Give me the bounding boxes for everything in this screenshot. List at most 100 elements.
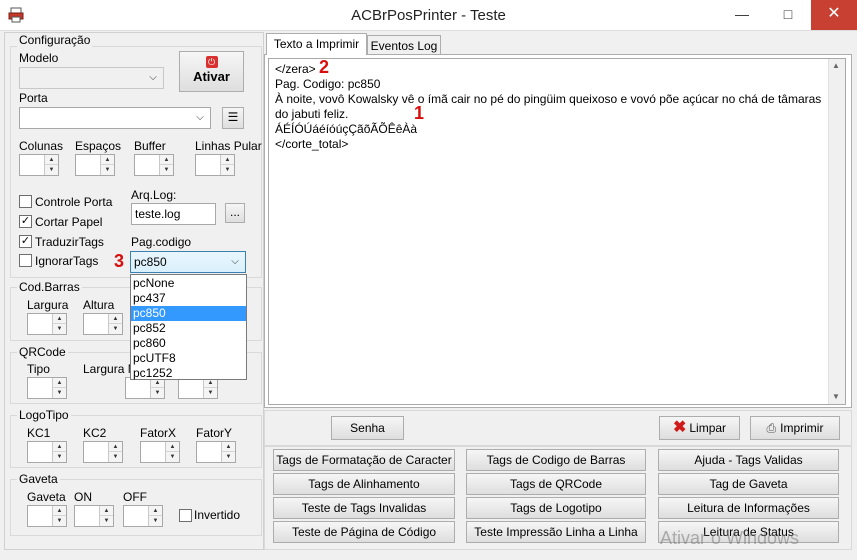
pag-codigo-select[interactable]: pc850 ⌵ [130,251,246,273]
linhas-pular-label: Linhas Pular [195,139,262,153]
linhas-pular-spinner[interactable]: ▲ ▼ [195,154,235,176]
teste-pagina-codigo-button[interactable]: Teste de Página de Código [273,521,455,543]
spin-up-button[interactable]: ▲ [52,506,66,516]
tags-alinhamento-button[interactable]: Tags de Alinhamento [273,473,455,495]
traduzir-tags-label[interactable]: TraduzirTags [35,235,104,249]
ignorar-tags-checkbox[interactable] [19,254,32,267]
qr-tipo-spinner[interactable]: ▲ ▼ [27,377,67,399]
porta-select[interactable]: ⌵ [19,107,211,129]
tab-eventos-log[interactable]: Eventos Log [367,35,441,55]
ajuda-tags-button[interactable]: Ajuda - Tags Validas [658,449,839,471]
spin-up-button[interactable]: ▲ [108,442,122,452]
maximize-button[interactable]: □ [765,0,811,30]
spin-down-button[interactable]: ▼ [148,516,162,526]
modelo-select[interactable]: ⌵ [19,67,164,89]
pag-codigo-dropdown-list: pcNone pc437 pc850 pc852 pc860 pcUTF8 pc1252 [130,274,247,380]
spin-up-button[interactable]: ▲ [100,155,114,165]
controle-porta-label[interactable]: Controle Porta [35,195,112,209]
spin-down-button[interactable]: ▼ [52,388,66,398]
porta-search-button[interactable]: ☰ [222,107,244,129]
cortar-papel-label[interactable]: Cortar Papel [35,215,102,229]
ignorar-tags-label[interactable]: IgnorarTags [35,254,98,268]
plug-icon: ☰ [227,110,239,124]
spin-up-button[interactable]: ▲ [220,155,234,165]
on-spinner[interactable]: ▲ ▼ [74,505,114,527]
spin-down-button[interactable]: ▼ [108,452,122,462]
arq-log-browse-button[interactable]: ... [225,203,245,223]
fatory-spinner[interactable]: ▲ ▼ [196,441,236,463]
espacos-label: Espaços [75,139,122,153]
gaveta-spinner[interactable]: ▲ ▼ [27,505,67,527]
tags-logotipo-button[interactable]: Tags de Logotipo [466,497,646,519]
spin-up-button[interactable]: ▲ [165,442,179,452]
tags-codigo-barras-button[interactable]: Tags de Codigo de Barras [466,449,646,471]
invertido-label[interactable]: Invertido [194,508,240,522]
spin-up-button[interactable]: ▲ [148,506,162,516]
kc2-spinner[interactable]: ▲ ▼ [83,441,123,463]
tab-texto-imprimir[interactable]: Texto a Imprimir [266,33,367,55]
spin-up-button[interactable]: ▲ [99,506,113,516]
cb-altura-spinner[interactable]: ▲ ▼ [83,313,123,335]
spin-down-button[interactable]: ▼ [220,165,234,175]
text-editor[interactable]: </zera> Pag. Codigo: pc850 À noite, vovô K… [268,58,846,405]
spin-down-button[interactable]: ▼ [108,324,122,334]
spin-down-button[interactable]: ▼ [44,165,58,175]
editor-scrollbar[interactable]: ▲ ▼ [828,59,845,404]
spin-up-button[interactable]: ▲ [108,314,122,324]
fatorx-spinner[interactable]: ▲ ▼ [140,441,180,463]
pag-codigo-option[interactable]: pc850 [131,306,246,321]
imprimir-label: Imprimir [780,421,824,435]
ativar-button[interactable]: ⏻ Ativar [179,51,244,92]
espacos-spinner[interactable]: ▲ ▼ [75,154,115,176]
cb-largura-spinner[interactable]: ▲ ▼ [27,313,67,335]
spin-down-button[interactable]: ▼ [159,165,173,175]
spin-down-button[interactable]: ▼ [100,165,114,175]
spin-down-button[interactable]: ▼ [150,388,164,398]
invertido-checkbox[interactable] [179,509,192,522]
pag-codigo-option[interactable]: pc860 [131,336,246,351]
spin-down-button[interactable]: ▼ [165,452,179,462]
controle-porta-checkbox[interactable] [19,195,32,208]
spin-up-button[interactable]: ▲ [159,155,173,165]
limpar-label: Limpar [689,421,727,435]
kc1-spinner[interactable]: ▲ ▼ [27,441,67,463]
pag-codigo-option[interactable]: pcUTF8 [131,351,246,366]
windows-activation-watermark: Ativar o Windows [660,528,800,548]
spin-up-button[interactable]: ▲ [44,155,58,165]
senha-button[interactable]: Senha [331,416,404,440]
tags-formatacao-button[interactable]: Tags de Formatação de Caracter [273,449,455,471]
scroll-up-icon[interactable]: ▲ [832,61,840,70]
spin-up-button[interactable]: ▲ [221,442,235,452]
teste-tags-invalidas-button[interactable]: Teste de Tags Invalidas [273,497,455,519]
pag-codigo-option[interactable]: pc1252 [131,366,246,381]
scroll-down-icon[interactable]: ▼ [832,392,840,401]
buffer-spinner[interactable]: ▲ ▼ [134,154,174,176]
imprimir-button[interactable]: ⎙ Imprimir [750,416,840,440]
tags-qrcode-button[interactable]: Tags de QRCode [466,473,646,495]
pag-codigo-option[interactable]: pcNone [131,276,246,291]
arq-log-label: Arq.Log: [131,188,177,202]
arq-log-input[interactable]: teste.log [131,203,216,225]
limpar-button[interactable]: ✖ Limpar [659,416,740,440]
pag-codigo-option[interactable]: pc852 [131,321,246,336]
close-button[interactable]: ✕ [811,0,857,30]
minimize-button[interactable]: — [719,0,765,30]
spin-up-button[interactable]: ▲ [52,442,66,452]
spin-down-button[interactable]: ▼ [52,324,66,334]
pag-codigo-option[interactable]: pc437 [131,291,246,306]
teste-impressao-linha-button[interactable]: Teste Impressão Linha a Linha [466,521,646,543]
spin-down-button[interactable]: ▼ [52,516,66,526]
spin-up-button[interactable]: ▲ [52,314,66,324]
off-spinner[interactable]: ▲ ▼ [123,505,163,527]
tag-gaveta-button[interactable]: Tag de Gaveta [658,473,839,495]
spin-up-button[interactable]: ▲ [52,378,66,388]
cortar-papel-checkbox[interactable]: ✓ [19,215,32,228]
spin-down-button[interactable]: ▼ [203,388,217,398]
spin-down-button[interactable]: ▼ [52,452,66,462]
colunas-spinner[interactable]: ▲ ▼ [19,154,59,176]
spin-down-button[interactable]: ▼ [99,516,113,526]
spin-down-button[interactable]: ▼ [221,452,235,462]
traduzir-tags-checkbox[interactable]: ✓ [19,235,32,248]
leitura-informacoes-button[interactable]: Leitura de Informações [658,497,839,519]
colunas-label: Colunas [19,139,64,153]
